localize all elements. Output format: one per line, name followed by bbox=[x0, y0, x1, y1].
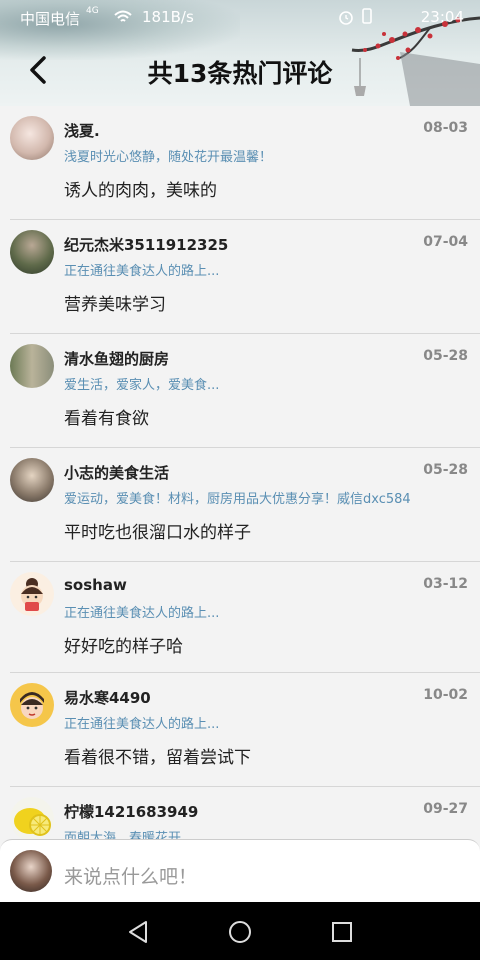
comment-date: 08-03 bbox=[423, 120, 468, 136]
comment-text: 平时吃也很溜口水的样子 bbox=[64, 523, 251, 543]
comment-author[interactable]: 柠檬1421683949 bbox=[64, 801, 198, 822]
avatar[interactable] bbox=[10, 230, 54, 274]
comment-author[interactable]: 小志的美食生活 bbox=[64, 462, 169, 483]
clock: 23:04 bbox=[420, 8, 464, 26]
vibrate-icon bbox=[362, 8, 372, 24]
lemon-icon bbox=[14, 808, 51, 836]
author-signature: 爱生活，爱家人，爱美食... bbox=[64, 378, 220, 393]
comment-author[interactable]: soshaw bbox=[64, 576, 127, 594]
comment-item[interactable]: 清水鱼翅的厨房 05-28 爱生活，爱家人，爱美食... 看着有食欲 bbox=[10, 334, 480, 448]
comment-date: 03-12 bbox=[423, 576, 468, 592]
author-signature: 面朝大海，春暖花开 bbox=[64, 831, 182, 839]
author-signature: 正在通往美食达人的路上... bbox=[64, 717, 220, 732]
cartoon-face-icon bbox=[20, 692, 44, 719]
comment-input-bar[interactable]: 来说点什么吧！ bbox=[0, 839, 480, 903]
comment-date: 07-04 bbox=[423, 234, 468, 250]
comment-text: 看着很不错，留着尝试下 bbox=[64, 748, 251, 768]
author-signature: 爱运动，爱美食！材料，厨房用品大优惠分享！威信dxc584 bbox=[64, 492, 411, 507]
recents-square-icon[interactable] bbox=[327, 917, 357, 947]
my-avatar bbox=[10, 850, 52, 892]
network-type: 4G bbox=[86, 6, 99, 16]
comment-date: 05-28 bbox=[423, 462, 468, 478]
comment-list[interactable]: 浅夏. 08-03 浅夏时光心悠静，随处花开最温馨！ 诱人的肉肉，美味的 纪元杰… bbox=[0, 106, 480, 839]
comment-author[interactable]: 清水鱼翅的厨房 bbox=[64, 348, 169, 369]
comment-text: 看着有食欲 bbox=[64, 409, 149, 429]
comment-item[interactable]: soshaw 03-12 正在通往美食达人的路上... 好好吃的样子哈 bbox=[10, 562, 480, 673]
avatar[interactable] bbox=[10, 797, 54, 839]
alarm-icon bbox=[339, 11, 353, 25]
system-nav-bar bbox=[0, 902, 480, 960]
cartoon-girl-icon bbox=[21, 578, 43, 611]
comment-item[interactable]: 易水寒4490 10-02 正在通往美食达人的路上... 看着很不错，留着尝试下 bbox=[10, 673, 480, 787]
comment-author[interactable]: 纪元杰米3511912325 bbox=[64, 234, 228, 255]
network-speed: 181B/s bbox=[142, 8, 194, 26]
status-bar: 中国电信 4G 181B/s 23:04 bbox=[0, 0, 480, 34]
carrier-label: 中国电信 bbox=[20, 10, 81, 28]
comment-date: 05-28 bbox=[423, 348, 468, 364]
avatar[interactable] bbox=[10, 116, 54, 160]
comment-item[interactable]: 柠檬1421683949 09-27 面朝大海，春暖花开 bbox=[10, 787, 480, 839]
header: 中国电信 4G 181B/s 23:04 共13条热门评论 bbox=[0, 0, 480, 106]
back-triangle-icon[interactable] bbox=[124, 917, 154, 947]
comment-text: 好好吃的样子哈 bbox=[64, 637, 183, 657]
author-signature: 正在通往美食达人的路上... bbox=[64, 264, 220, 279]
comment-input[interactable]: 来说点什么吧！ bbox=[64, 862, 197, 889]
avatar[interactable] bbox=[10, 344, 54, 388]
comment-item[interactable]: 纪元杰米3511912325 07-04 正在通往美食达人的路上... 营养美味… bbox=[10, 220, 480, 334]
avatar[interactable] bbox=[10, 458, 54, 502]
home-circle-icon[interactable] bbox=[225, 917, 255, 947]
avatar[interactable] bbox=[10, 572, 54, 616]
page-title: 共13条热门评论 bbox=[147, 59, 333, 88]
author-signature: 浅夏时光心悠静，随处花开最温馨！ bbox=[64, 150, 273, 165]
comment-date: 10-02 bbox=[423, 687, 468, 703]
comment-text: 诱人的肉肉，美味的 bbox=[64, 181, 217, 201]
comment-author[interactable]: 浅夏. bbox=[64, 120, 100, 141]
comment-date: 09-27 bbox=[423, 801, 468, 817]
comment-text: 营养美味学习 bbox=[64, 295, 166, 315]
comment-author[interactable]: 易水寒4490 bbox=[64, 687, 151, 708]
comment-item[interactable]: 小志的美食生活 05-28 爱运动，爱美食！材料，厨房用品大优惠分享！威信dxc… bbox=[10, 448, 480, 562]
author-signature: 正在通往美食达人的路上... bbox=[64, 606, 220, 621]
comment-item[interactable]: 浅夏. 08-03 浅夏时光心悠静，随处花开最温馨！ 诱人的肉肉，美味的 bbox=[10, 106, 480, 220]
wifi-icon bbox=[114, 10, 132, 22]
avatar[interactable] bbox=[10, 683, 54, 727]
